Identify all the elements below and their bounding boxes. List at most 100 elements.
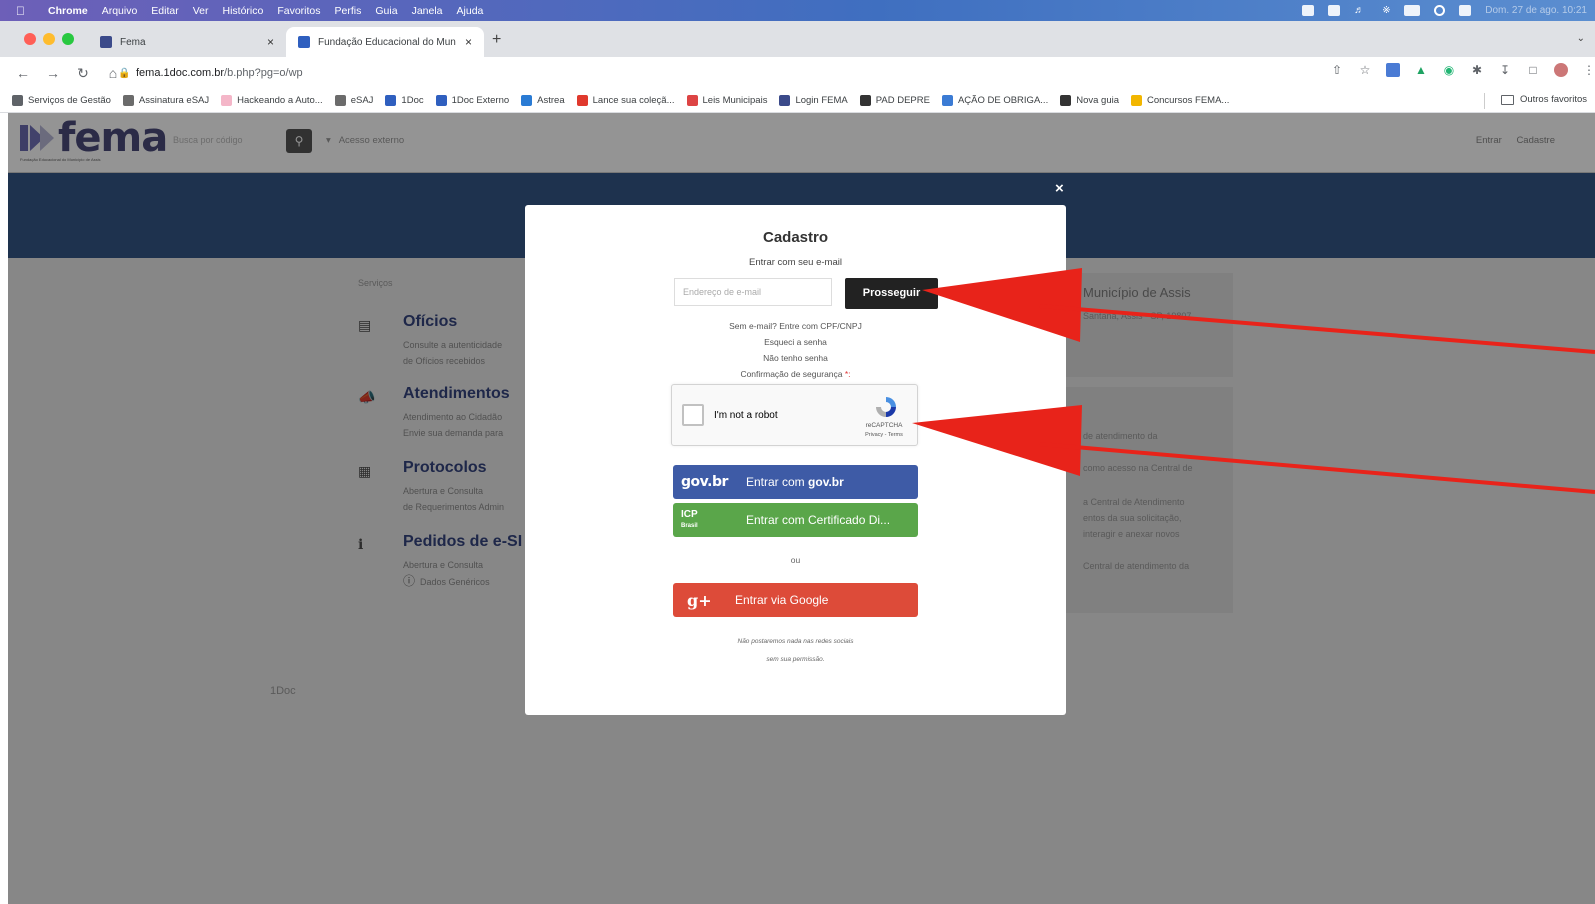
- bookmark-label: Nova guia: [1076, 95, 1119, 106]
- zoom-window-button[interactable]: [62, 33, 74, 45]
- bookmark-item[interactable]: Hackeando a Auto...: [221, 95, 323, 106]
- reload-icon[interactable]: ↻: [76, 65, 90, 82]
- url-text[interactable]: fema.1doc.com.br/b.php?pg=o/wp: [136, 67, 303, 79]
- bookmark-item[interactable]: Login FEMA: [779, 95, 848, 106]
- bookmark-item[interactable]: Leis Municipais: [686, 95, 767, 106]
- bookmark-item[interactable]: AÇÃO DE OBRIGA...: [941, 95, 1048, 106]
- bookmark-label: eSAJ: [350, 95, 374, 106]
- minimize-window-button[interactable]: [43, 33, 55, 45]
- extension-translate-icon[interactable]: [1386, 63, 1400, 77]
- menu-ver[interactable]: Ver: [193, 5, 209, 17]
- bookmark-label: 1Doc: [401, 95, 424, 106]
- astrea-icon: [521, 95, 533, 106]
- modal-close-button[interactable]: ×: [1055, 180, 1064, 197]
- volume-icon[interactable]: ♬: [1354, 5, 1368, 16]
- spotlight-search-icon[interactable]: [1434, 5, 1446, 16]
- tab-fema[interactable]: Fema ×: [88, 27, 286, 57]
- bookmarks-separator: [1484, 93, 1485, 109]
- recaptcha-terms-link[interactable]: Privacy - Terms: [856, 432, 912, 438]
- email-input[interactable]: Endereço de e-mail: [674, 278, 832, 306]
- back-icon[interactable]: ←: [16, 65, 30, 81]
- extension-drive-icon[interactable]: ▲: [1414, 63, 1428, 77]
- lock-icon[interactable]: 🔒: [118, 68, 130, 79]
- govbr-login-button[interactable]: gov.br Entrar com gov.br: [673, 465, 918, 499]
- menu-arquivo[interactable]: Arquivo: [102, 5, 138, 17]
- kebab-menu-icon[interactable]: ⋮: [1582, 63, 1595, 77]
- other-bookmarks-folder[interactable]: Outros favoritos: [1500, 94, 1587, 105]
- bookmark-label: Assinatura eSAJ: [138, 95, 210, 106]
- 1doc-icon: [435, 95, 447, 106]
- bookmark-label: 1Doc Externo: [451, 95, 510, 106]
- profile-avatar-icon[interactable]: [1554, 63, 1568, 77]
- menu-historico[interactable]: Histórico: [223, 5, 264, 17]
- address-bar[interactable]: 🔒 fema.1doc.com.br/b.php?pg=o/wp: [118, 61, 1328, 85]
- modal-title: Cadastro: [762, 229, 829, 246]
- share-icon[interactable]: ⇧: [1330, 63, 1344, 77]
- bookmark-item[interactable]: Nova guia: [1060, 95, 1119, 106]
- proceed-button[interactable]: Prosseguir: [845, 278, 938, 309]
- google-plus-icon: g+: [687, 590, 712, 610]
- bookmark-item[interactable]: Concursos FEMA...: [1131, 95, 1229, 106]
- globe-icon: [1060, 95, 1072, 106]
- menu-ajuda[interactable]: Ajuda: [457, 5, 484, 17]
- certificate-button-label: Entrar com Certificado Di...: [746, 513, 891, 527]
- bookmark-item[interactable]: eSAJ: [334, 95, 374, 106]
- bookmark-item[interactable]: Lance sua coleçã...: [576, 95, 675, 106]
- bookmark-item[interactable]: 1Doc: [385, 95, 424, 106]
- fema-favicon-icon: [100, 36, 112, 48]
- bookmark-item[interactable]: PAD DEPRE: [859, 95, 930, 106]
- close-tab-icon[interactable]: ×: [465, 35, 472, 49]
- bookmark-item[interactable]: Serviços de Gestão: [12, 95, 111, 106]
- modal-subtitle: Entrar com seu e-mail: [749, 257, 842, 268]
- menu-janela[interactable]: Janela: [412, 5, 443, 17]
- cpf-cnpj-link[interactable]: Sem e-mail? Entre com CPF/CNPJ: [525, 318, 1066, 334]
- tab-title: Fema: [120, 36, 146, 48]
- 1doc-favicon-icon: [298, 36, 310, 48]
- privacy-note: Não postaremos nada nas redes sociais se…: [737, 638, 854, 663]
- certificate-login-button[interactable]: ICP Brasil Entrar com Certificado Di...: [673, 503, 918, 537]
- app-tray-icon[interactable]: [1302, 5, 1315, 16]
- lance-icon: [576, 95, 588, 106]
- macos-menubar:  Chrome Arquivo Editar Ver Histórico Fa…: [0, 0, 1595, 21]
- menubar-clock[interactable]: Dom. 27 de ago. 10:21: [1485, 5, 1587, 16]
- menu-chrome[interactable]: Chrome: [48, 5, 88, 17]
- close-tab-icon[interactable]: ×: [267, 35, 274, 49]
- menu-guia[interactable]: Guia: [375, 5, 397, 17]
- control-center-icon[interactable]: [1459, 5, 1472, 16]
- govbr-logo-icon: gov.br: [681, 474, 728, 490]
- apple-menu-icon[interactable]: : [16, 4, 28, 18]
- bookmark-label: Hackeando a Auto...: [237, 95, 323, 106]
- bookmark-label: Astrea: [537, 95, 565, 106]
- forgot-password-link[interactable]: Esqueci a senha: [525, 334, 1066, 350]
- security-confirmation-label: Confirmação de segurança *:: [740, 369, 851, 379]
- browser-tab-strip: Fema × Fundação Educacional do Mun × + ⌄: [0, 21, 1595, 57]
- govbr-button-label: Entrar com gov.br: [746, 475, 844, 489]
- icp-brasil-logo-icon: ICP Brasil: [681, 508, 698, 529]
- menu-editar[interactable]: Editar: [151, 5, 178, 17]
- tab-search-chevron-icon[interactable]: ⌄: [1577, 33, 1585, 44]
- google-login-button[interactable]: g+ Entrar via Google: [673, 583, 918, 617]
- close-window-button[interactable]: [24, 33, 36, 45]
- bluetooth-icon[interactable]: ※: [1382, 5, 1390, 16]
- recaptcha-checkbox[interactable]: [682, 404, 704, 426]
- menu-perfis[interactable]: Perfis: [335, 5, 362, 17]
- recaptcha-logo-icon: [876, 397, 896, 417]
- menu-favoritos[interactable]: Favoritos: [277, 5, 320, 17]
- bookmark-star-icon[interactable]: ☆: [1358, 63, 1372, 77]
- google-button-label: Entrar via Google: [735, 593, 829, 607]
- bookmark-item[interactable]: Astrea: [521, 95, 565, 106]
- extension-green-icon[interactable]: ◉: [1442, 63, 1456, 77]
- tab-fundacao[interactable]: Fundação Educacional do Mun ×: [286, 27, 484, 57]
- modal-backdrop-top: [8, 113, 1595, 172]
- battery-icon[interactable]: [1404, 5, 1421, 16]
- grid-tray-icon[interactable]: [1328, 5, 1341, 16]
- esaj-icon: [334, 95, 346, 106]
- extensions-puzzle-icon[interactable]: ✱: [1470, 63, 1484, 77]
- bookmark-item[interactable]: 1Doc Externo: [435, 95, 510, 106]
- forward-icon[interactable]: →: [46, 65, 60, 81]
- new-tab-icon[interactable]: +: [492, 31, 501, 49]
- download-icon[interactable]: ↧: [1498, 63, 1512, 77]
- bookmark-item[interactable]: Assinatura eSAJ: [122, 95, 210, 106]
- sidepanel-icon[interactable]: □: [1526, 63, 1540, 77]
- no-password-link[interactable]: Não tenho senha: [525, 350, 1066, 366]
